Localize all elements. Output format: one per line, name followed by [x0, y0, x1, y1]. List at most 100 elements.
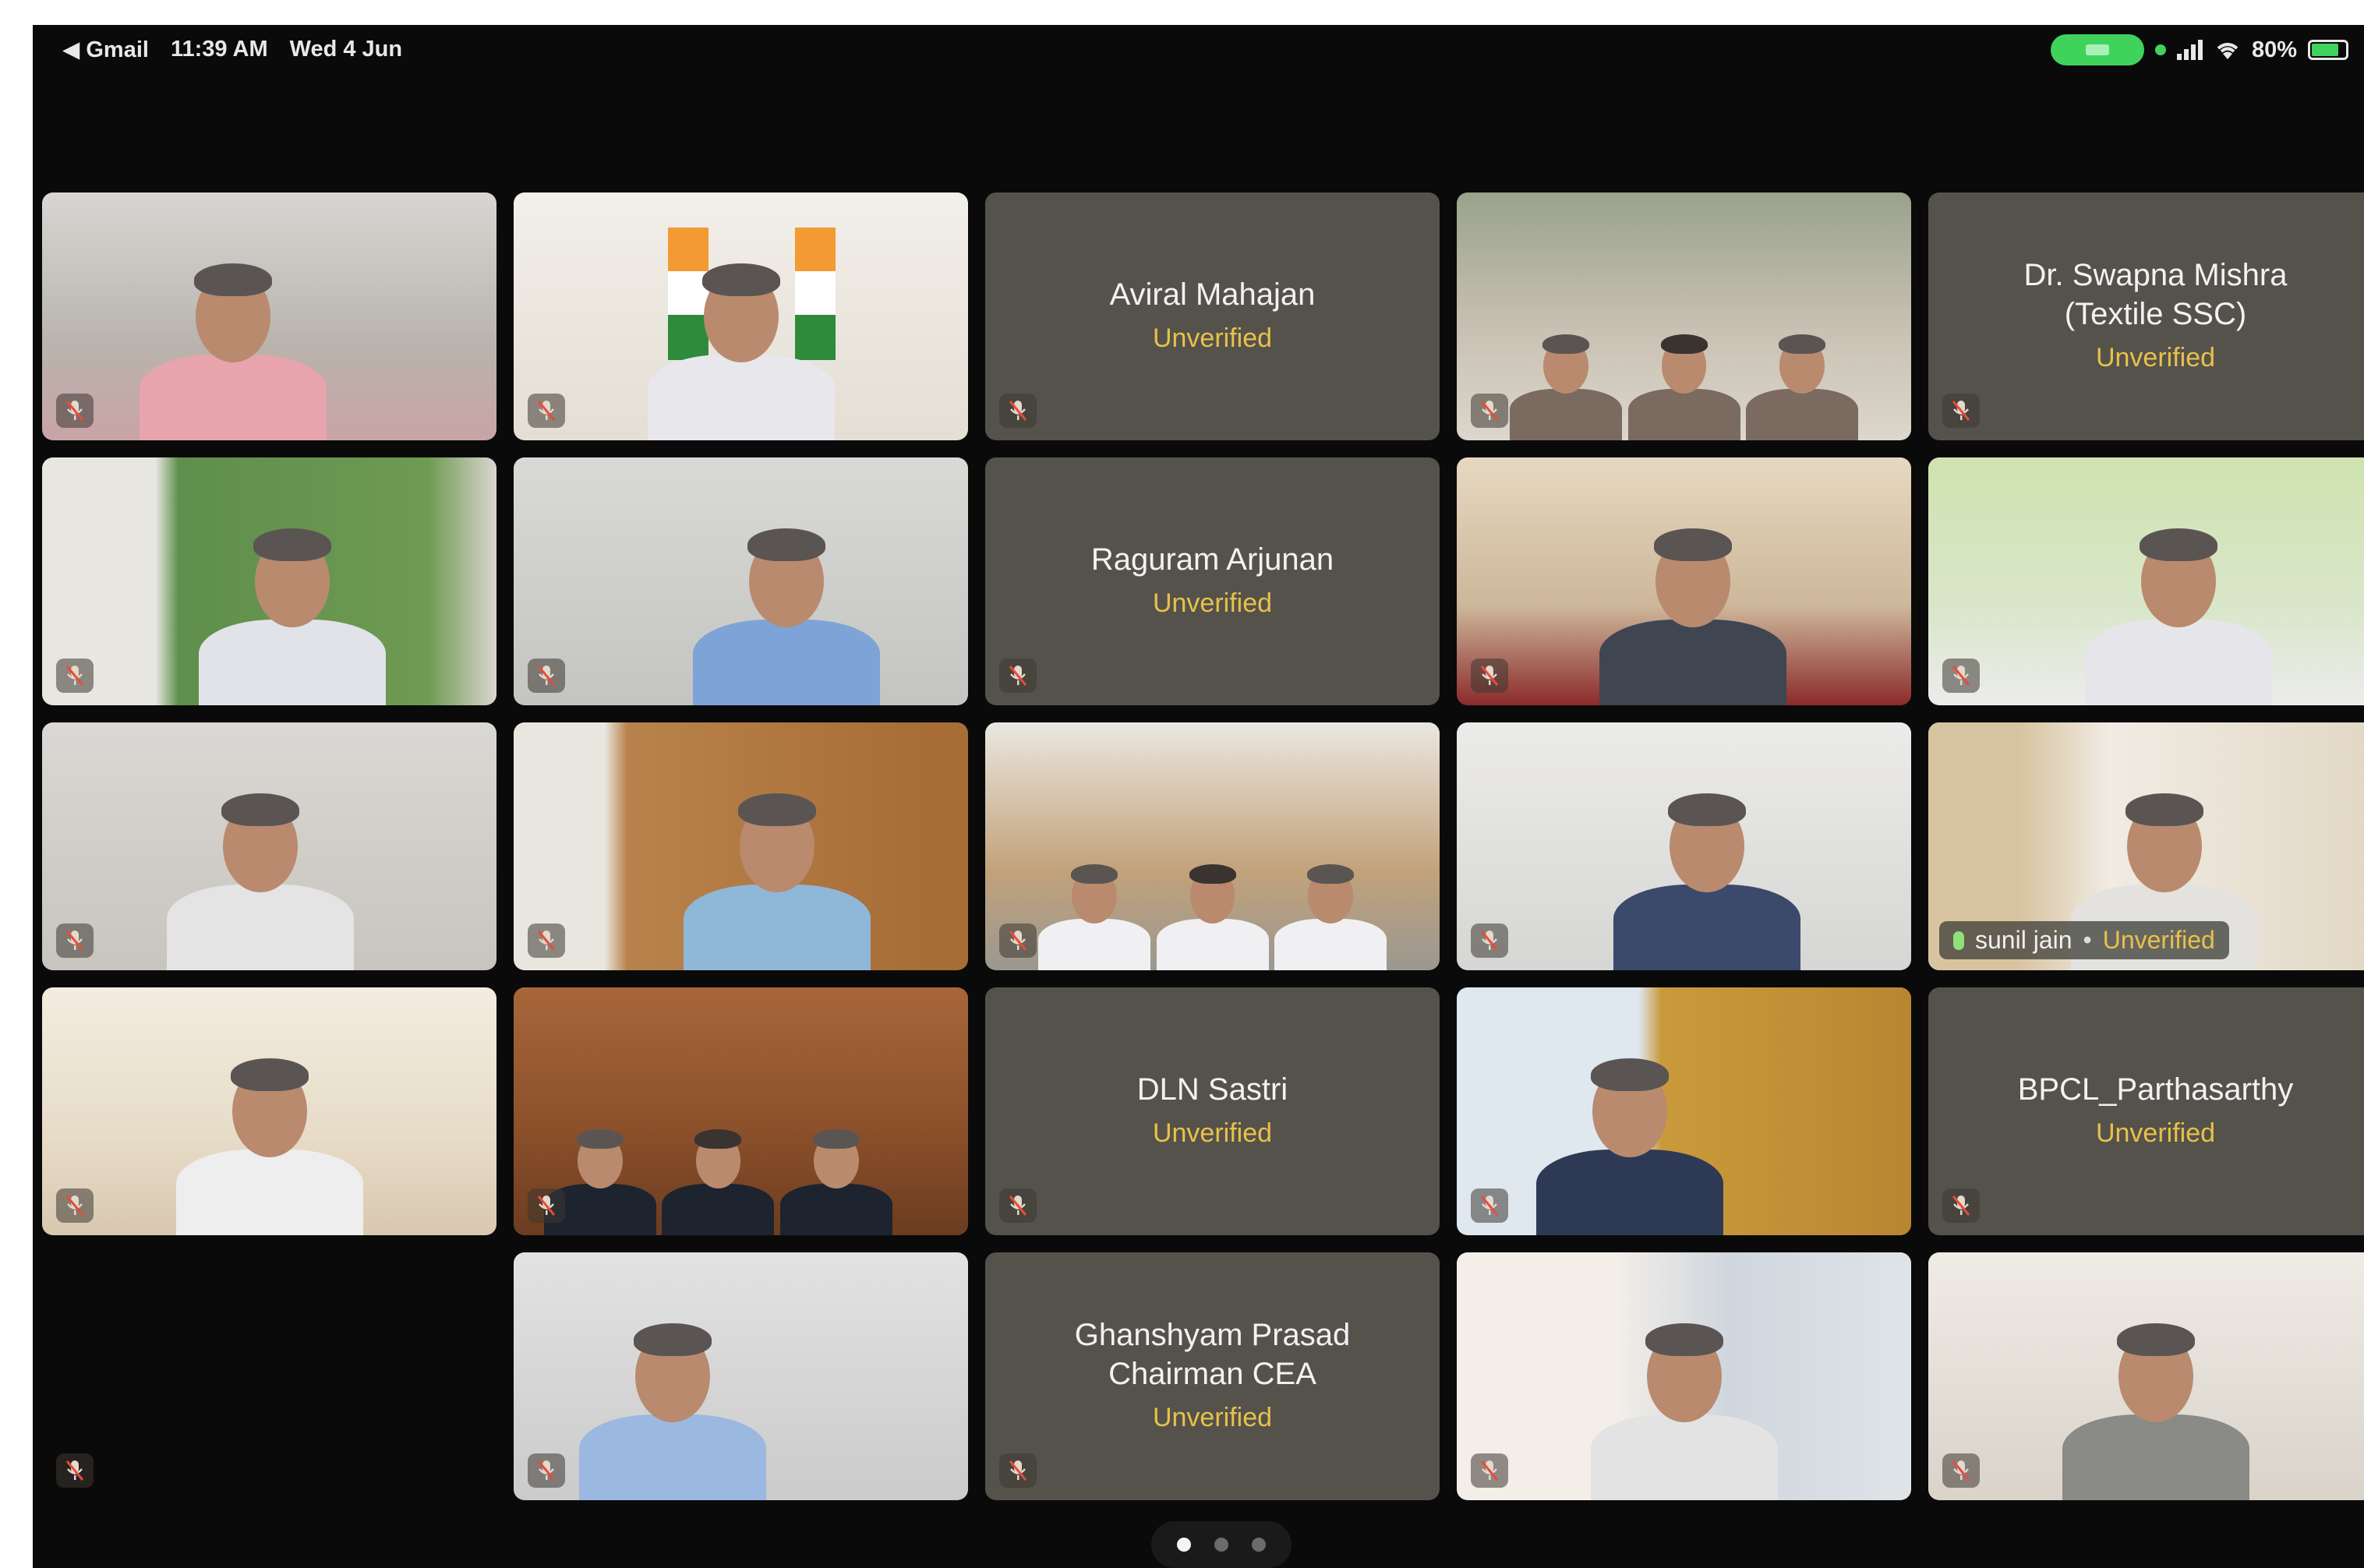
mic-muted-icon [56, 659, 94, 693]
participant-body [1627, 389, 1740, 440]
verification-status: Unverified [1152, 1403, 1273, 1432]
page-dot[interactable] [1177, 1538, 1191, 1552]
participant-hair [193, 263, 272, 296]
participant-body [1274, 919, 1387, 970]
participant-hair [1645, 1323, 1723, 1356]
participant-tile[interactable]: Raguram Arjunan Unverified [985, 457, 1440, 705]
participant-video [514, 722, 968, 970]
participant-hair [230, 1058, 309, 1091]
participant-body [1599, 620, 1787, 705]
participant-name: sunil jain [1975, 926, 2072, 954]
participant-tile[interactable]: DLN Sastri Unverified [985, 987, 1440, 1235]
participant-video [1457, 192, 1911, 440]
participant-video [1928, 1252, 2364, 1500]
screen-share-indicator-icon[interactable] [2050, 34, 2144, 65]
participant-hair [1542, 334, 1589, 354]
participant-tile[interactable] [514, 457, 968, 705]
participant-video [1457, 987, 1911, 1235]
participant-video [1457, 457, 1911, 705]
participant-tile[interactable] [514, 987, 968, 1235]
participant-tile[interactable] [514, 192, 968, 440]
participant-body [1613, 885, 1800, 970]
participant-tile[interactable] [985, 722, 1440, 970]
participant-name: Aviral Mahajan [1109, 277, 1316, 312]
mic-muted-icon [1942, 659, 1980, 693]
participant-hair [2139, 528, 2217, 561]
participant-body [166, 885, 354, 970]
participant-tile[interactable] [1928, 457, 2364, 705]
participant-tile[interactable] [1457, 457, 1911, 705]
mic-muted-icon [1471, 394, 1508, 428]
wifi-icon [2217, 43, 2239, 59]
participant-hair [2116, 1323, 2195, 1356]
participant-hair [1667, 793, 1746, 826]
page-dot[interactable] [1214, 1538, 1228, 1552]
participant-video [514, 987, 968, 1235]
participant-tile[interactable] [1457, 722, 1911, 970]
participant-body [198, 620, 386, 705]
participant-video [42, 457, 496, 705]
participant-hair [221, 793, 299, 826]
mic-muted-icon [56, 923, 94, 958]
cellular-signal-icon [2176, 40, 2203, 60]
participant-body [1590, 1414, 1778, 1500]
status-bar: ◀ Gmail 11:39 AM Wed 4 Jun 80% [33, 25, 2364, 75]
mic-muted-icon [528, 923, 565, 958]
participant-name: Dr. Swapna Mishra (Textile SSC) [2023, 258, 2288, 331]
participant-name: Ghanshyam Prasad Chairman CEA [1074, 1318, 1351, 1391]
participant-body [779, 1184, 892, 1235]
participant-hair [694, 1128, 742, 1149]
participant-tile[interactable]: Dr. Swapna Mishra (Textile SSC) Unverifie… [1928, 192, 2364, 440]
participant-video [42, 192, 496, 440]
participant-hair [1660, 334, 1708, 354]
page-dot[interactable] [1252, 1538, 1266, 1552]
mic-muted-icon [1942, 1188, 1980, 1223]
participant-name: Raguram Arjunan [1090, 542, 1334, 577]
participant-body [2062, 1414, 2249, 1500]
participant-tile[interactable]: sunil jain • Unverified [1928, 722, 2364, 970]
participant-video [514, 192, 968, 440]
participant-tile[interactable]: Aviral Mahajan Unverified [985, 192, 1440, 440]
verification-status: Unverified [2095, 343, 2216, 373]
participant-video [42, 722, 496, 970]
participant-tile[interactable] [42, 722, 496, 970]
participant-tile[interactable]: BPCL_Parthasarthy Unverified [1928, 987, 2364, 1235]
participant-hair [634, 1323, 712, 1356]
status-right: 80% [2050, 34, 2348, 65]
participant-tile[interactable] [514, 1252, 968, 1500]
participant-tile[interactable] [1928, 1252, 2364, 1500]
mic-muted-icon [1471, 923, 1508, 958]
page-indicator[interactable] [1151, 1521, 1292, 1568]
participant-tile[interactable] [1457, 1252, 1911, 1500]
participant-body [1156, 919, 1269, 970]
participant-tile[interactable] [42, 192, 496, 440]
participant-tile[interactable] [42, 987, 496, 1235]
participant-tile[interactable] [42, 457, 496, 705]
participant-name-block: Ghanshyam Prasad Chairman CEA Unverified [985, 1315, 1440, 1437]
participant-hair [738, 793, 817, 826]
participant-hair [1779, 334, 1826, 354]
participant-hair [812, 1128, 860, 1149]
participant-tile[interactable] [42, 1252, 496, 1500]
participant-tile[interactable] [1457, 987, 1911, 1235]
participant-tile[interactable]: Ghanshyam Prasad Chairman CEA Unverified [985, 1252, 1440, 1500]
mic-muted-icon [999, 923, 1037, 958]
mic-muted-icon [528, 1188, 565, 1223]
participant-body [175, 1150, 363, 1235]
participant-tile[interactable] [514, 722, 968, 970]
participant-body [692, 620, 880, 705]
status-time: 11:39 AM [170, 37, 268, 62]
participant-hair [701, 263, 780, 296]
flag-image [668, 227, 709, 360]
mic-muted-icon [56, 1188, 94, 1223]
verification-status: Unverified [1152, 1118, 1273, 1148]
mic-muted-icon [56, 1453, 94, 1488]
mic-muted-icon [1942, 1453, 1980, 1488]
participant-tile[interactable] [1457, 192, 1911, 440]
participant-grid: Aviral Mahajan Unverified Dr. Swapna Mishr… [42, 192, 2364, 1500]
back-to-app-link[interactable]: ◀ Gmail [62, 36, 149, 63]
participant-video [514, 1252, 968, 1500]
participant-hair [253, 528, 331, 561]
mic-muted-icon [1471, 1188, 1508, 1223]
mic-muted-icon [528, 394, 565, 428]
